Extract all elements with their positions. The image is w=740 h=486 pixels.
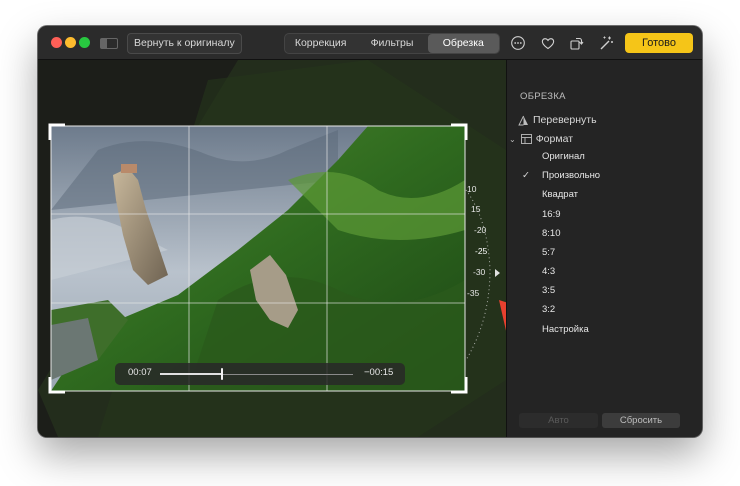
format-option-3-2[interactable]: 3:2 — [542, 304, 555, 315]
section-title: ОБРЕЗКА — [520, 91, 566, 102]
dial-label: -35 — [467, 288, 480, 298]
scrub-progress — [160, 373, 222, 375]
format-option-square[interactable]: Квадрат — [542, 189, 578, 200]
tab-crop[interactable]: Обрезка — [427, 34, 499, 53]
auto-button[interactable]: Авто — [519, 413, 598, 428]
scrub-handle[interactable] — [221, 368, 223, 380]
flip-button[interactable]: Перевернуть — [518, 114, 597, 126]
tab-adjust[interactable]: Коррекция — [285, 34, 356, 53]
format-option-3-5[interactable]: 3:5 — [542, 285, 555, 296]
dial-label: 15 — [471, 204, 481, 214]
video-scrubber[interactable]: 00:07 −00:15 — [115, 363, 405, 385]
check-icon: ✓ — [522, 170, 530, 181]
format-disclosure[interactable]: ⌄ Формат — [509, 133, 573, 145]
revert-to-original-button[interactable]: Вернуть к оригиналу — [127, 33, 242, 54]
favorite-heart-icon[interactable] — [540, 35, 556, 51]
zoom-button[interactable] — [79, 37, 90, 48]
done-button[interactable]: Готово — [625, 33, 693, 53]
sidebar-toggle-icon[interactable] — [100, 38, 118, 49]
edit-mode-tabs: Коррекция Фильтры Обрезка — [284, 33, 500, 54]
dial-label: 10 — [467, 184, 477, 194]
close-button[interactable] — [51, 37, 62, 48]
format-option-custom[interactable]: Настройка — [542, 324, 589, 335]
red-arrow-annotation — [499, 300, 506, 331]
toolbar: Вернуть к оригиналу Коррекция Фильтры Об… — [38, 26, 702, 60]
dial-label: -20 — [474, 225, 487, 235]
dial-label: -30 — [473, 267, 486, 277]
remaining-time: −00:15 — [364, 367, 394, 378]
photo-preview — [51, 126, 465, 391]
tab-filters[interactable]: Фильтры — [356, 34, 427, 53]
format-option-16-9[interactable]: 16:9 — [542, 209, 561, 220]
auto-enhance-wand-icon[interactable] — [598, 35, 614, 51]
format-option-freeform[interactable]: Произвольно — [542, 170, 600, 181]
chevron-down-icon: ⌄ — [509, 134, 516, 144]
format-option-4-3[interactable]: 4:3 — [542, 266, 555, 277]
flip-icon — [518, 115, 528, 125]
elapsed-time: 00:07 — [128, 367, 152, 378]
format-label: Формат — [535, 133, 574, 145]
dial-current-value[interactable]: -25 — [475, 246, 487, 256]
flip-label: Перевернуть — [533, 114, 597, 126]
format-option-8-10[interactable]: 8:10 — [542, 228, 561, 239]
format-option-original[interactable]: Оригинал — [542, 151, 585, 162]
crop-canvas: 10 15 -20 -25 -30 -35 00:07 −00:15 — [38, 60, 506, 437]
photos-edit-window: Вернуть к оригиналу Коррекция Фильтры Об… — [38, 26, 702, 437]
more-icon[interactable] — [510, 35, 526, 51]
format-icon — [520, 134, 532, 144]
format-option-5-7[interactable]: 5:7 — [542, 247, 555, 258]
minimize-button[interactable] — [65, 37, 76, 48]
reset-button[interactable]: Сбросить — [602, 413, 680, 428]
rotate-icon[interactable] — [568, 35, 584, 51]
crop-sidebar: ОБРЕЗКА Перевернуть ⌄ Формат Оригинал ✓ … — [506, 60, 702, 437]
